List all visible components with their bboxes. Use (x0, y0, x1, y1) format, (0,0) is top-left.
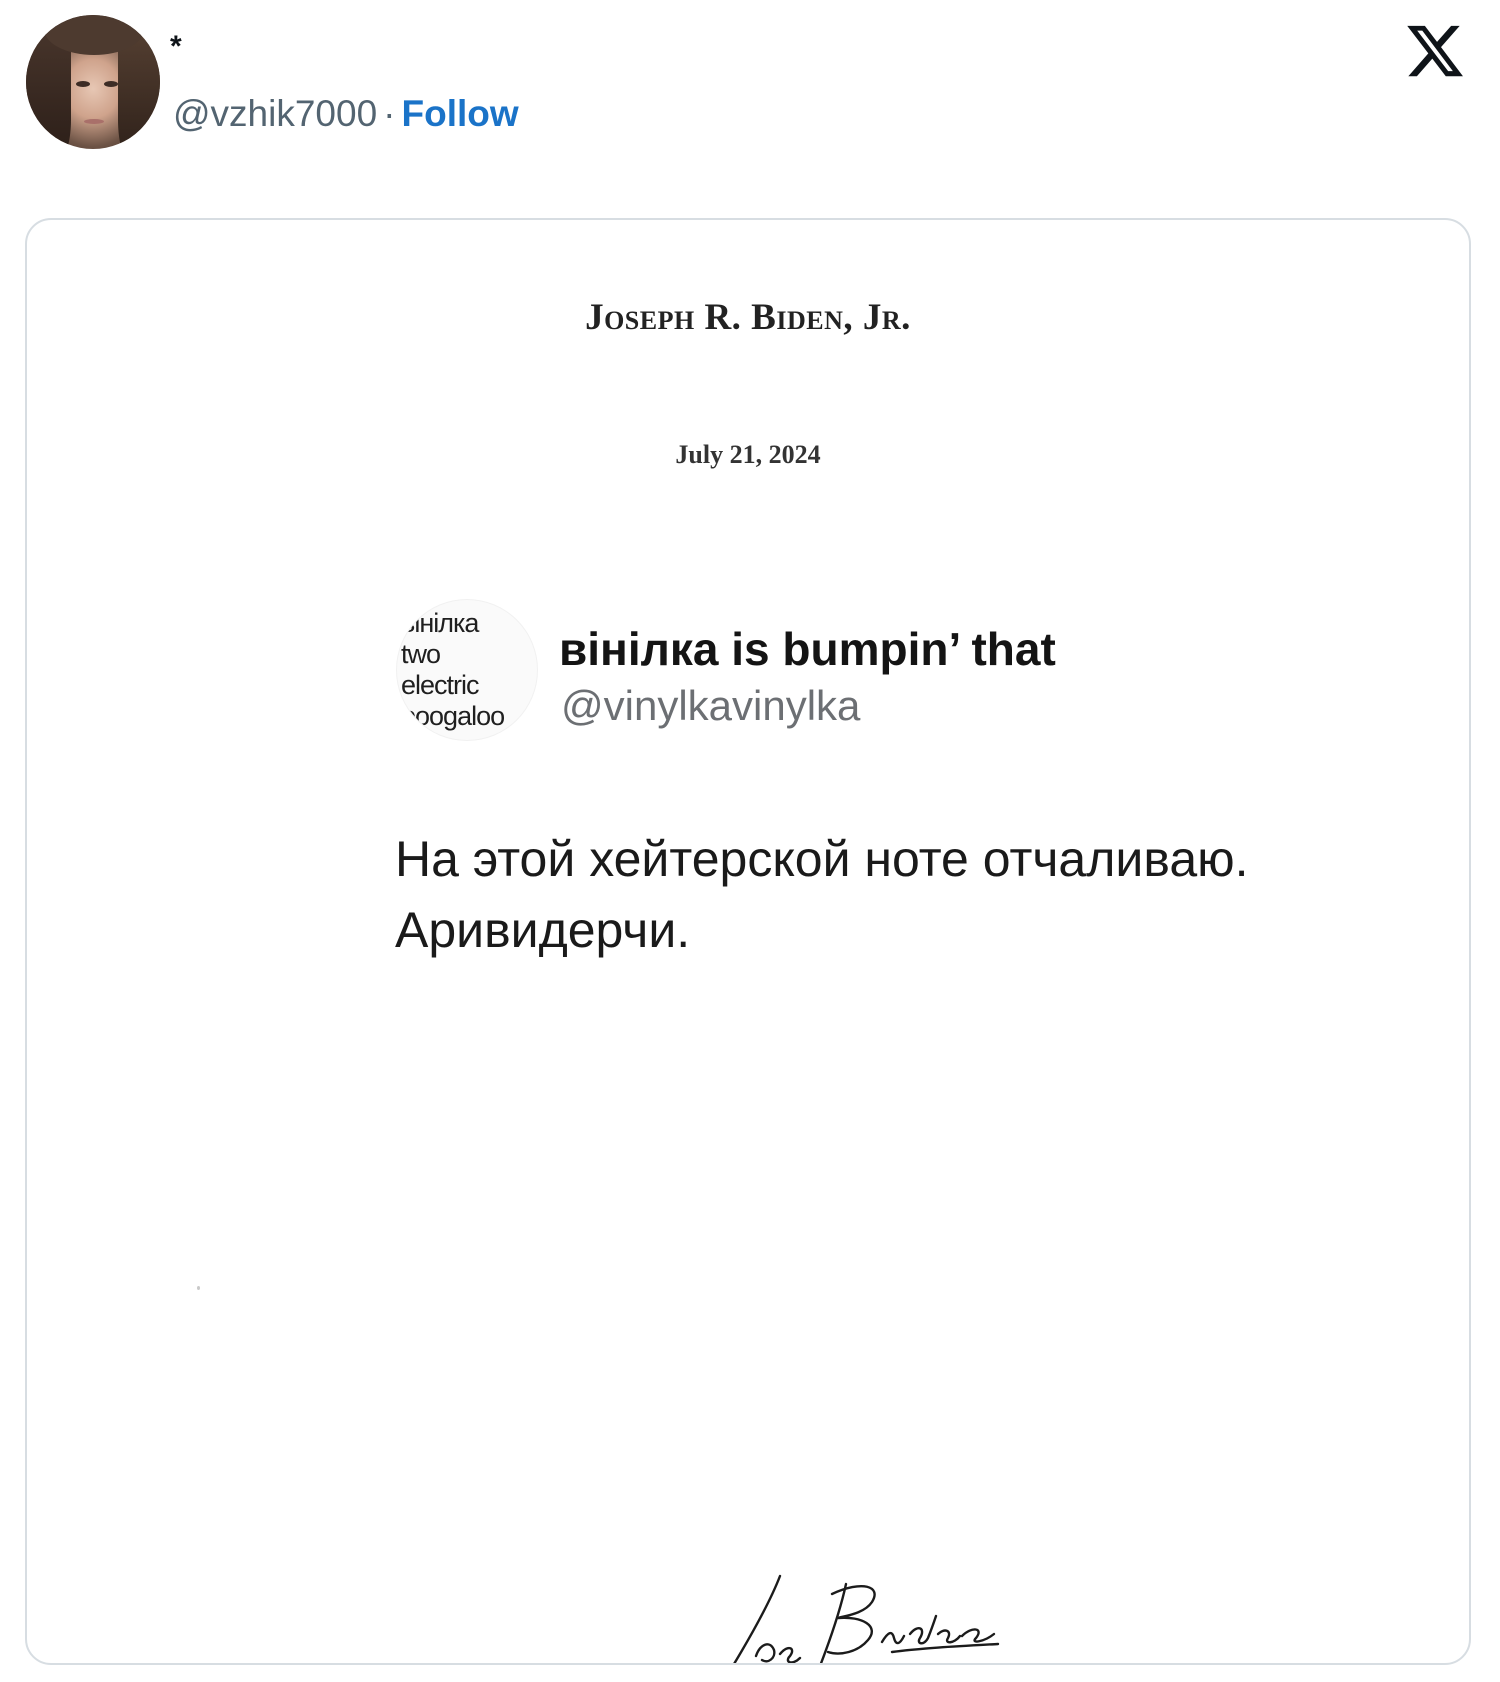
avatar-mouth (84, 119, 104, 124)
avatar-eye-right (104, 81, 118, 87)
avatar-eye-left (76, 81, 90, 87)
tweet-media-image[interactable]: Joseph R. Biden, Jr. July 21, 2024 вініл… (25, 218, 1471, 1665)
signature (733, 1574, 1000, 1663)
letterhead: Joseph R. Biden, Jr. (585, 297, 911, 338)
tweet-header: * @vzhik7000 · Follow (0, 0, 1500, 200)
separator-dot: · (383, 93, 396, 134)
author-handle[interactable]: @vzhik7000 (173, 93, 377, 134)
quoted-post-body: На этой хейтерской ноте отчаливаю. Ариви… (395, 824, 1395, 966)
quoted-avatar-text: вінілка two electric boogaloo (401, 608, 505, 731)
letter-date: July 21, 2024 (675, 440, 821, 469)
quoted-post-avatar: вінілка two electric boogaloo (397, 600, 537, 740)
author-avatar[interactable] (26, 15, 160, 149)
follow-button[interactable]: Follow (402, 93, 519, 134)
quoted-post-body-line: На этой хейтерской ноте отчаливаю. (395, 831, 1249, 887)
quoted-post-body-line: Аривидерчи. (395, 902, 691, 958)
quoted-post-display-name: вінілка is bumpin’ that (559, 623, 1056, 675)
x-logo-icon[interactable] (1404, 20, 1466, 82)
quoted-post-handle: @vinylkavinylka (561, 682, 861, 729)
author-handle-line: @vzhik7000 · Follow (173, 92, 519, 136)
author-display-name[interactable]: * (170, 30, 182, 64)
scan-speck (197, 1286, 200, 1290)
